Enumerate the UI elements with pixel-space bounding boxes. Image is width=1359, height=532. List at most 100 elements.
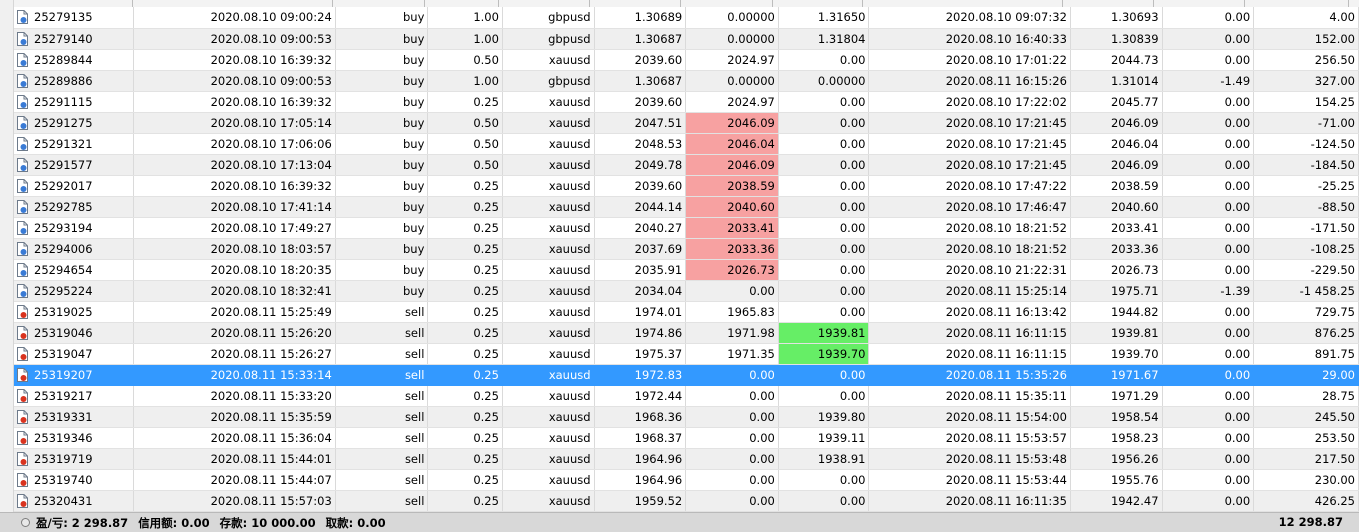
size-cell: 0.25 bbox=[427, 301, 503, 323]
table-row[interactable]: 25319046 2020.08.11 15:26:20 sell 0.25 xauus… bbox=[14, 322, 1359, 344]
table-row[interactable]: 25294654 2020.08.10 18:20:35 buy 0.25 xauusd… bbox=[14, 259, 1359, 281]
table-row[interactable]: 25291577 2020.08.10 17:13:04 buy 0.50 xauusd… bbox=[14, 154, 1359, 176]
take-profit-cell: 0.00 bbox=[778, 469, 870, 491]
table-row[interactable]: 25319207 2020.08.11 15:33:14 sell 0.25 xauus… bbox=[14, 364, 1359, 386]
header-profit[interactable] bbox=[1245, 0, 1349, 7]
header-stop-loss[interactable] bbox=[681, 0, 773, 7]
sell-doc-icon bbox=[17, 409, 28, 424]
close-time-cell: 2020.08.11 15:25:14 bbox=[868, 280, 1071, 302]
header-open-price[interactable] bbox=[590, 0, 681, 7]
take-profit-cell: 0.00 bbox=[778, 259, 870, 281]
table-row[interactable]: 25291321 2020.08.10 17:06:06 buy 0.50 xauusd… bbox=[14, 133, 1359, 155]
header-open-time[interactable] bbox=[133, 0, 333, 7]
open-time-cell: 2020.08.11 15:26:20 bbox=[133, 322, 336, 344]
table-row[interactable]: 25294006 2020.08.10 18:03:57 buy 0.25 xauusd… bbox=[14, 238, 1359, 260]
header-size[interactable] bbox=[425, 0, 499, 7]
header-commission[interactable] bbox=[1154, 0, 1245, 7]
size-cell: 0.25 bbox=[427, 259, 503, 281]
ticket-label: 25291321 bbox=[34, 136, 93, 151]
ticket-label: 25320431 bbox=[34, 493, 93, 508]
header-symbol[interactable] bbox=[499, 0, 590, 7]
buy-doc-icon bbox=[17, 52, 28, 67]
table-row[interactable]: 25320431 2020.08.11 15:57:03 sell 0.25 xauus… bbox=[14, 490, 1359, 512]
table-row[interactable]: 25291115 2020.08.10 16:39:32 buy 0.25 xauusd… bbox=[14, 91, 1359, 113]
close-price-cell: 1958.23 bbox=[1070, 427, 1163, 449]
symbol-cell: xauusd bbox=[502, 385, 595, 407]
size-cell: 1.00 bbox=[427, 28, 503, 50]
table-row[interactable]: 25319719 2020.08.11 15:44:01 sell 0.25 xauus… bbox=[14, 448, 1359, 470]
table-row[interactable]: 25289844 2020.08.10 16:39:32 buy 0.50 xauusd… bbox=[14, 49, 1359, 71]
table-row[interactable]: 25319047 2020.08.11 15:26:27 sell 0.25 xauus… bbox=[14, 343, 1359, 365]
symbol-cell: xauusd bbox=[502, 448, 595, 470]
close-price-cell: 2040.60 bbox=[1070, 196, 1163, 218]
table-row[interactable]: 25319025 2020.08.11 15:25:49 sell 0.25 xauus… bbox=[14, 301, 1359, 323]
close-price-cell: 2026.73 bbox=[1070, 259, 1163, 281]
type-cell: buy bbox=[335, 91, 429, 113]
stop-loss-cell: 1971.35 bbox=[685, 343, 779, 365]
close-time-cell: 2020.08.11 15:54:00 bbox=[868, 406, 1071, 428]
sell-doc-icon bbox=[17, 430, 28, 445]
size-cell: 0.25 bbox=[427, 196, 503, 218]
table-row[interactable]: 25292785 2020.08.10 17:41:14 buy 0.25 xauusd… bbox=[14, 196, 1359, 218]
type-cell: sell bbox=[335, 322, 429, 344]
table-row[interactable]: 25319346 2020.08.11 15:36:04 sell 0.25 xauus… bbox=[14, 427, 1359, 449]
close-time-cell: 2020.08.11 15:53:44 bbox=[868, 469, 1071, 491]
symbol-cell: xauusd bbox=[502, 364, 595, 386]
profit-cell: -124.50 bbox=[1253, 133, 1359, 155]
commission-cell: 0.00 bbox=[1162, 469, 1255, 491]
type-cell: sell bbox=[335, 364, 429, 386]
table-row[interactable]: 25291275 2020.08.10 17:05:14 buy 0.50 xauusd… bbox=[14, 112, 1359, 134]
stop-loss-cell: 1971.98 bbox=[685, 322, 779, 344]
open-price-cell: 2039.60 bbox=[594, 49, 687, 71]
header-take-profit[interactable] bbox=[773, 0, 863, 7]
close-price-cell: 2044.73 bbox=[1070, 49, 1163, 71]
stop-loss-cell: 0.00 bbox=[685, 427, 779, 449]
commission-cell: -1.49 bbox=[1162, 70, 1255, 92]
table-row[interactable]: 25295224 2020.08.10 18:32:41 buy 0.25 xauusd… bbox=[14, 280, 1359, 302]
table-row[interactable]: 25319217 2020.08.11 15:33:20 sell 0.25 xauus… bbox=[14, 385, 1359, 407]
ticket-label: 25319740 bbox=[34, 472, 93, 487]
open-time-cell: 2020.08.10 16:39:32 bbox=[133, 49, 336, 71]
table-row[interactable]: 25319740 2020.08.11 15:44:07 sell 0.25 xauus… bbox=[14, 469, 1359, 491]
size-cell: 0.50 bbox=[427, 112, 503, 134]
trades-grid[interactable]: 25279135 2020.08.10 09:00:24 buy 1.00 gbpusd… bbox=[14, 7, 1359, 512]
ticket-cell: 25289886 bbox=[14, 70, 135, 92]
table-row[interactable]: 25319331 2020.08.11 15:35:59 sell 0.25 xauus… bbox=[14, 406, 1359, 428]
table-row[interactable]: 25292017 2020.08.10 16:39:32 buy 0.25 xauusd… bbox=[14, 175, 1359, 197]
trade-history-table[interactable]: 25279135 2020.08.10 09:00:24 buy 1.00 gbpusd… bbox=[0, 0, 1359, 512]
open-time-cell: 2020.08.11 15:57:03 bbox=[133, 490, 336, 512]
open-time-cell: 2020.08.10 17:41:14 bbox=[133, 196, 336, 218]
table-row[interactable]: 25289886 2020.08.10 09:00:53 buy 1.00 gbpusd… bbox=[14, 70, 1359, 92]
commission-cell: 0.00 bbox=[1162, 259, 1255, 281]
profit-cell: -108.25 bbox=[1253, 238, 1359, 260]
ticket-cell: 25294654 bbox=[14, 259, 135, 281]
take-profit-cell: 0.00 bbox=[778, 196, 870, 218]
type-cell: sell bbox=[335, 469, 429, 491]
table-row[interactable]: 25279140 2020.08.10 09:00:53 buy 1.00 gbpusd… bbox=[14, 28, 1359, 50]
commission-cell: 0.00 bbox=[1162, 301, 1255, 323]
ticket-cell: 25279140 bbox=[14, 28, 135, 50]
table-row[interactable]: 25293194 2020.08.10 17:49:27 buy 0.25 xauusd… bbox=[14, 217, 1359, 239]
type-cell: buy bbox=[335, 70, 429, 92]
header-close-price[interactable] bbox=[1063, 0, 1154, 7]
commission-cell: 0.00 bbox=[1162, 217, 1255, 239]
commission-cell: 0.00 bbox=[1162, 91, 1255, 113]
buy-doc-icon bbox=[17, 157, 28, 172]
header-ticket[interactable] bbox=[14, 0, 133, 7]
commission-cell: 0.00 bbox=[1162, 154, 1255, 176]
open-price-cell: 1964.96 bbox=[594, 448, 687, 470]
stop-loss-cell: 2033.41 bbox=[685, 217, 779, 239]
commission-cell: 0.00 bbox=[1162, 322, 1255, 344]
stop-loss-cell: 2046.09 bbox=[685, 154, 779, 176]
close-time-cell: 2020.08.10 17:21:45 bbox=[868, 133, 1071, 155]
symbol-cell: gbpusd bbox=[502, 28, 595, 50]
balance-total: 12 298.87 bbox=[1278, 515, 1343, 529]
header-close-time[interactable] bbox=[863, 0, 1063, 7]
symbol-cell: gbpusd bbox=[502, 70, 595, 92]
ticket-label: 25291115 bbox=[34, 94, 93, 109]
symbol-cell: xauusd bbox=[502, 322, 595, 344]
open-price-cell: 1972.83 bbox=[594, 364, 687, 386]
header-type[interactable] bbox=[333, 0, 425, 7]
close-time-cell: 2020.08.11 15:35:26 bbox=[868, 364, 1071, 386]
table-row[interactable]: 25279135 2020.08.10 09:00:24 buy 1.00 gbpusd… bbox=[14, 7, 1359, 29]
